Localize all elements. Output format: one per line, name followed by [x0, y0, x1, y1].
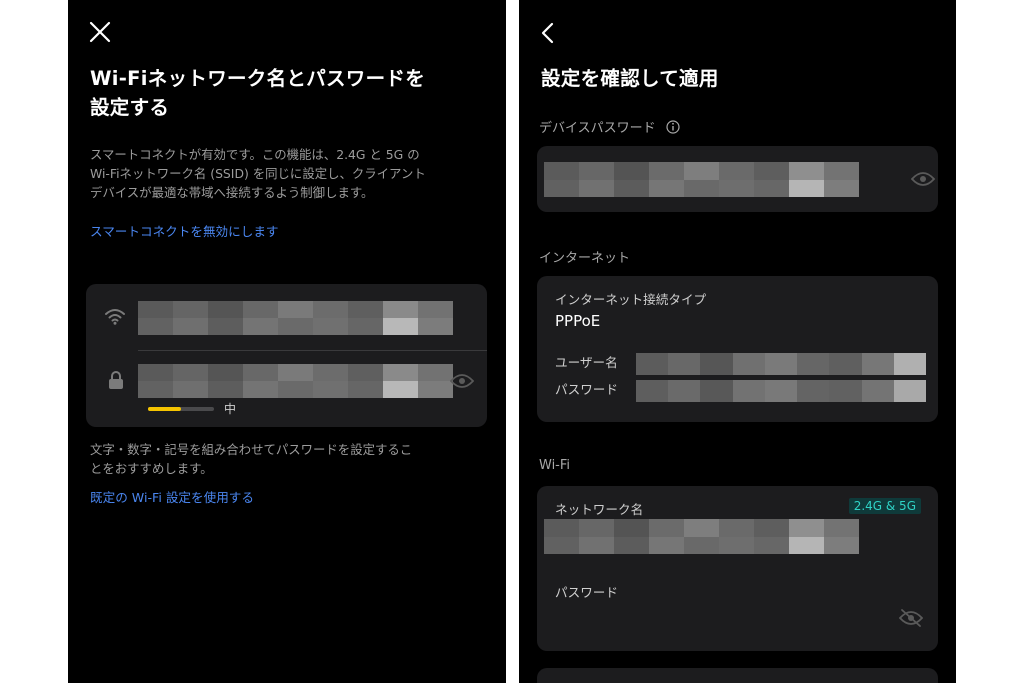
eye-icon[interactable] [450, 373, 474, 389]
left-screen: Wi-Fiネットワーク名とパスワードを 設定する スマートコネクトが有効です。こ… [68, 0, 506, 683]
redacted-device-password [544, 162, 859, 197]
username-value [636, 353, 926, 375]
device-password-label-text: デバイスパスワード [539, 121, 656, 136]
password-label: パスワード [555, 382, 618, 397]
internet-section-label: インターネット [539, 251, 631, 266]
redacted-internet-password [636, 380, 926, 402]
password-value [636, 380, 926, 402]
close-icon[interactable] [88, 20, 112, 44]
title-line-1: Wi-Fiネットワーク名とパスワードを [90, 67, 425, 90]
wifi-section-label: Wi-Fi [539, 458, 571, 473]
description-line: デバイスが最適な帯域へ接続するよう制御します。 [90, 185, 374, 200]
description-line: Wi-Fiネットワーク名 (SSID) を同じに設定し、クライアント [90, 166, 426, 181]
internet-card: インターネット接続タイプ PPPoE ユーザー名 パスワード [537, 276, 938, 422]
next-card-partial [537, 668, 938, 683]
connection-type-value: PPPoE [555, 312, 601, 330]
device-password-label: デバイスパスワード [539, 117, 680, 136]
username-label: ユーザー名 [555, 355, 618, 370]
device-password-value [544, 162, 859, 197]
network-name-value [544, 519, 859, 554]
eye-off-icon[interactable] [899, 608, 923, 628]
use-default-wifi-link[interactable]: 既定の Wi-Fi 設定を使用する [90, 487, 254, 506]
connection-type-label: インターネット接続タイプ [555, 292, 707, 307]
password-hint: 文字・数字・記号を組み合わせてパスワードを設定するこ とをおすすめします。 [90, 440, 495, 478]
device-password-card [537, 146, 938, 212]
network-name-input[interactable] [138, 301, 453, 335]
back-chevron-icon[interactable] [537, 20, 559, 46]
redacted-network-name [544, 519, 859, 554]
info-icon[interactable] [666, 120, 680, 134]
smart-connect-description: スマートコネクトが有効です。この機能は、2.4G と 5G の Wi-Fiネット… [90, 145, 500, 202]
password-strength-meter [148, 407, 214, 411]
divider [138, 350, 487, 351]
password-strength-label: 中 [224, 402, 237, 416]
wifi-icon [105, 309, 125, 325]
password-strength-fill [148, 407, 181, 411]
hint-line: とをおすすめします。 [90, 461, 213, 476]
page-title: 設定を確認して適用 [541, 67, 719, 90]
hint-line: 文字・数字・記号を組み合わせてパスワードを設定するこ [90, 442, 413, 457]
lock-icon [109, 371, 123, 389]
redacted-username [636, 353, 926, 375]
band-tag: 2.4G & 5G [848, 498, 921, 514]
password-input[interactable] [138, 364, 453, 398]
redacted-password [138, 364, 453, 398]
right-screen: 設定を確認して適用 デバイスパスワード インターネット インターネット接続タイプ… [519, 0, 956, 683]
disable-smart-connect-link[interactable]: スマートコネクトを無効にします [90, 221, 279, 240]
wifi-credentials-card: 中 [86, 284, 487, 427]
wifi-card: ネットワーク名 2.4G & 5G パスワード [537, 486, 938, 651]
eye-icon[interactable] [911, 171, 935, 187]
title-line-2: 設定する [90, 96, 170, 119]
redacted-network-name [138, 301, 453, 335]
description-line: スマートコネクトが有効です。この機能は、2.4G と 5G の [90, 147, 420, 162]
page-title: Wi-Fiネットワーク名とパスワードを 設定する [90, 64, 500, 122]
wifi-password-label: パスワード [555, 585, 618, 600]
network-name-label: ネットワーク名 [555, 502, 644, 517]
